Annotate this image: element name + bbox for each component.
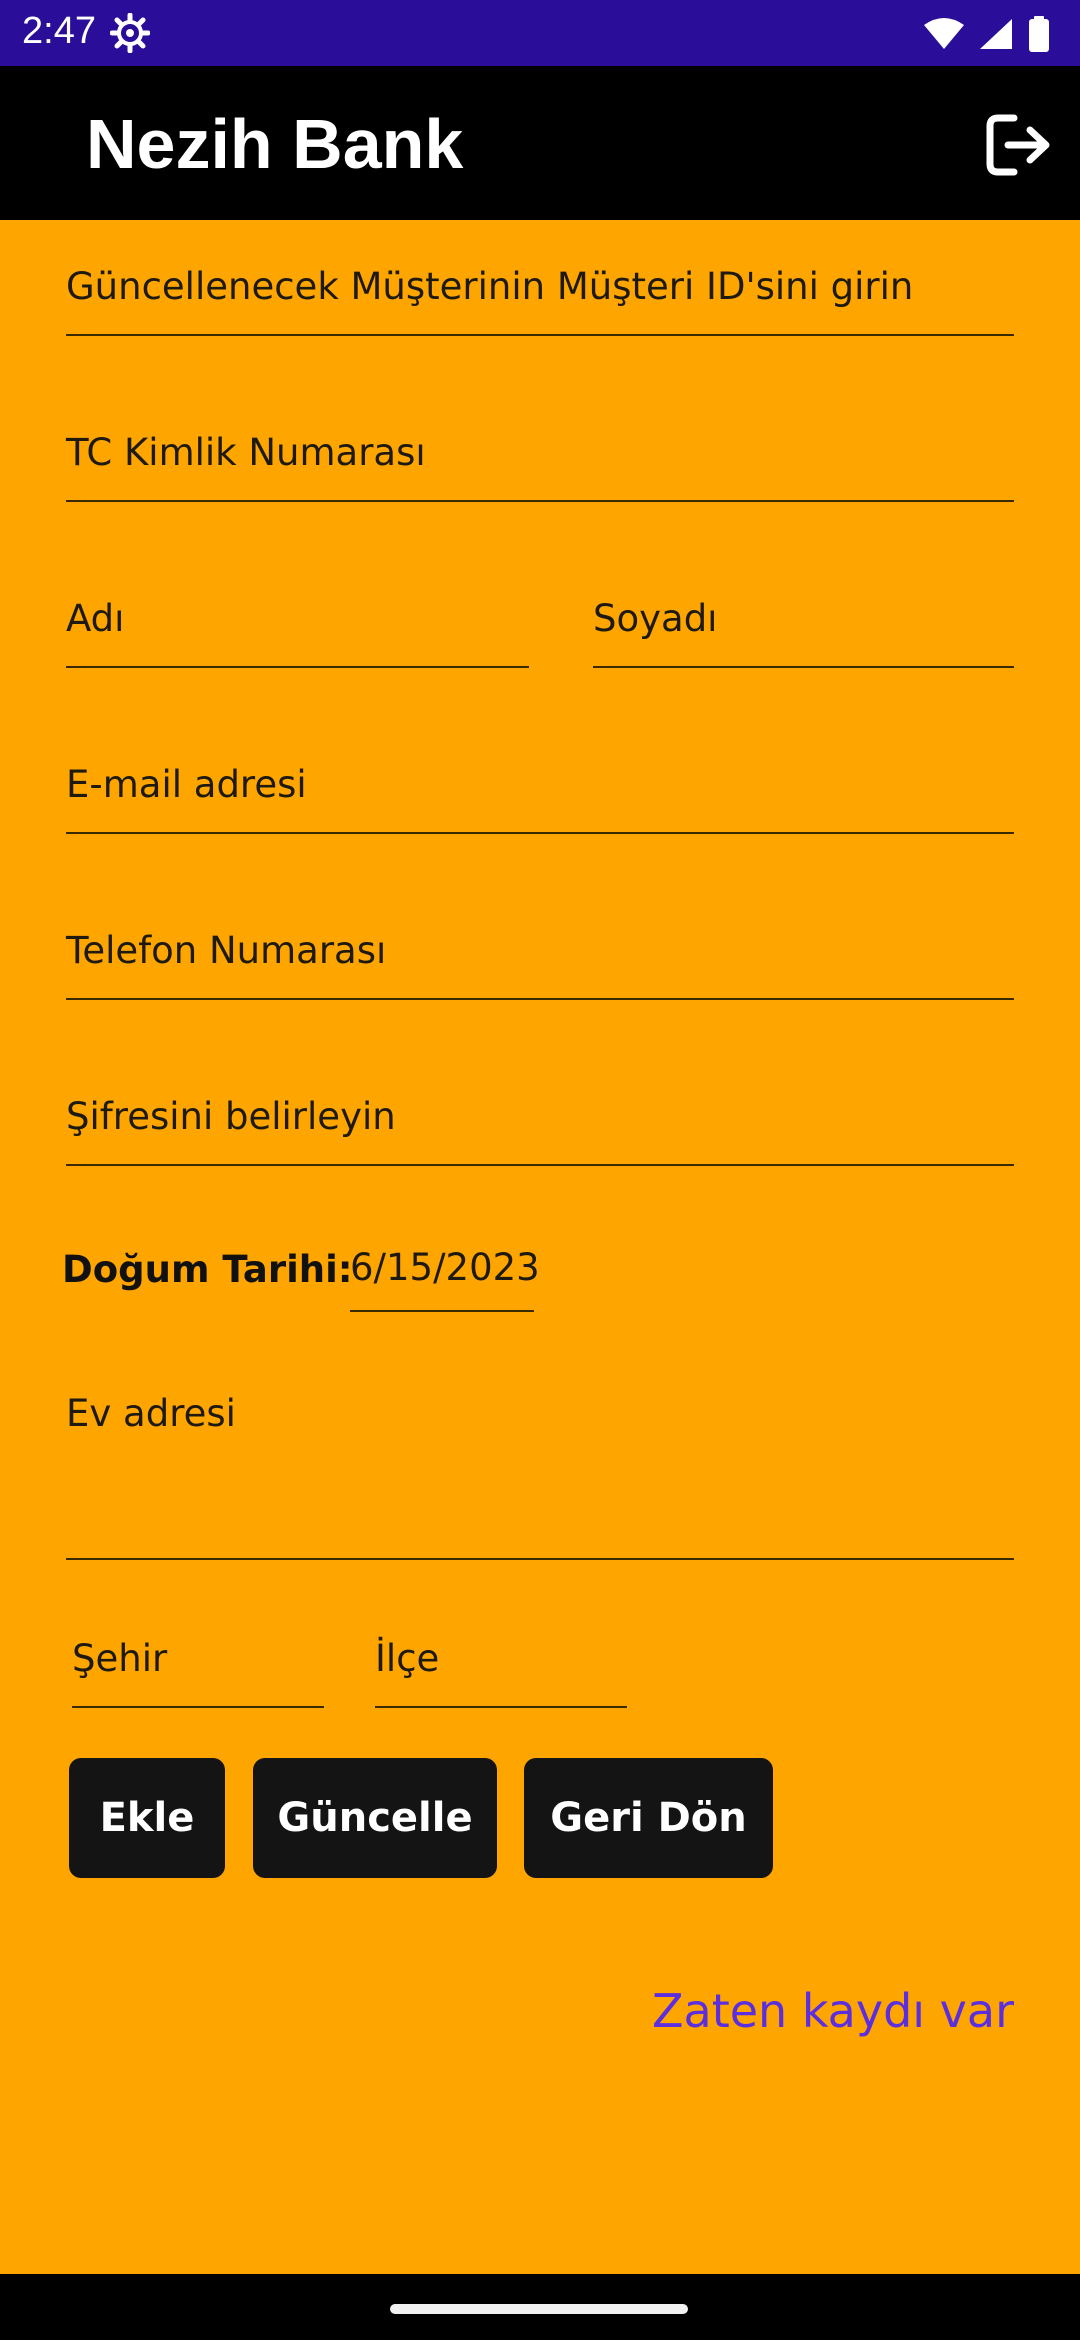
phone-placeholder: Telefon Numarası [66, 929, 387, 972]
signal-icon [978, 17, 1014, 51]
first-name-placeholder: Adı [66, 597, 125, 640]
first-name-input[interactable]: Adı [66, 578, 529, 668]
address-placeholder: Ev adresi [66, 1392, 236, 1435]
status-bar: 2:47 [0, 0, 1080, 66]
phone-input[interactable]: Telefon Numarası [66, 910, 1014, 1000]
city-placeholder: Şehir [72, 1637, 168, 1680]
email-placeholder: E-mail adresi [66, 763, 307, 806]
district-input[interactable]: İlçe [375, 1616, 627, 1708]
customer-id-placeholder: Güncellenecek Müşterinin Müşteri ID'sini… [66, 265, 914, 308]
district-placeholder: İlçe [375, 1637, 440, 1680]
settings-gear-icon [109, 12, 151, 54]
app-title: Nezih Bank [86, 105, 464, 183]
dob-label: Doğum Tarihi: [62, 1248, 353, 1291]
address-input[interactable]: Ev adresi [66, 1380, 1014, 1560]
tc-number-placeholder: TC Kimlik Numarası [66, 431, 426, 474]
add-button[interactable]: Ekle [69, 1758, 225, 1878]
update-button[interactable]: Güncelle [253, 1758, 497, 1878]
tc-number-input[interactable]: TC Kimlik Numarası [66, 412, 1014, 502]
home-gesture-handle[interactable] [390, 2304, 688, 2314]
city-input[interactable]: Şehir [72, 1616, 324, 1708]
app-bar: Nezih Bank [0, 66, 1080, 220]
password-input[interactable]: Şifresini belirleyin [66, 1076, 1014, 1166]
last-name-placeholder: Soyadı [593, 597, 718, 640]
dob-value: 6/15/2023 [350, 1246, 540, 1289]
already-registered-link[interactable]: Zaten kaydı var [652, 1984, 1014, 2038]
wifi-icon [924, 17, 964, 51]
logout-icon[interactable] [984, 108, 1058, 182]
password-placeholder: Şifresini belirleyin [66, 1095, 396, 1138]
last-name-input[interactable]: Soyadı [593, 578, 1014, 668]
battery-icon [1028, 16, 1050, 52]
back-button[interactable]: Geri Dön [524, 1758, 773, 1878]
status-time: 2:47 [22, 10, 96, 52]
navigation-bar [0, 2274, 1080, 2340]
email-input[interactable]: E-mail adresi [66, 744, 1014, 834]
dob-date-picker[interactable]: 6/15/2023 [350, 1246, 540, 1312]
customer-id-input[interactable]: Güncellenecek Müşterinin Müşteri ID'sini… [66, 246, 1014, 336]
